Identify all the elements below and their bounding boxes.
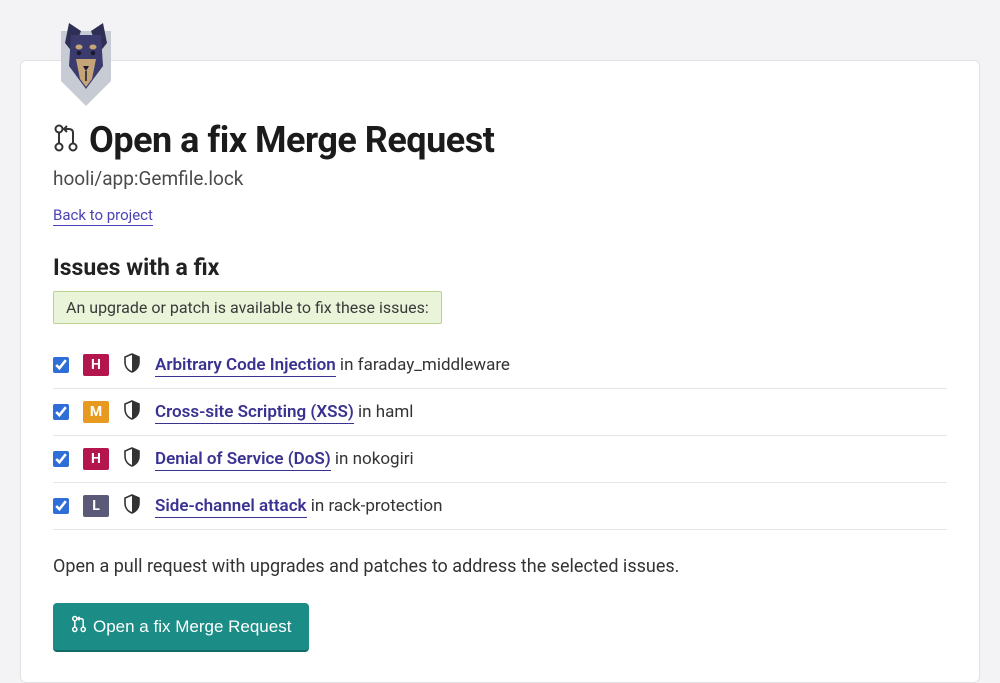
- issue-text: Cross-site Scripting (XSS) in haml: [155, 402, 413, 422]
- title-row: Open a fix Merge Request: [53, 119, 947, 161]
- issue-checkbox[interactable]: [53, 451, 69, 467]
- severity-badge: M: [83, 401, 109, 423]
- severity-badge: H: [83, 448, 109, 470]
- vulnerability-link[interactable]: Cross-site Scripting (XSS): [155, 402, 354, 424]
- upgrade-notice: An upgrade or patch is available to fix …: [53, 291, 442, 324]
- open-merge-request-button[interactable]: Open a fix Merge Request: [53, 603, 309, 652]
- main-card: Open a fix Merge Request hooli/app:Gemfi…: [20, 60, 980, 683]
- back-to-project-link[interactable]: Back to project: [53, 206, 153, 226]
- issue-text: Arbitrary Code Injection in faraday_midd…: [155, 355, 510, 375]
- severity-badge: H: [83, 354, 109, 376]
- description-text: Open a pull request with upgrades and pa…: [53, 556, 947, 577]
- vulnerability-link[interactable]: Denial of Service (DoS): [155, 449, 331, 471]
- issue-package: in faraday_middleware: [336, 355, 510, 375]
- issue-text: Denial of Service (DoS) in nokogiri: [155, 449, 414, 469]
- issue-checkbox[interactable]: [53, 357, 69, 373]
- issues-section-title: Issues with a fix: [53, 254, 947, 281]
- issue-row: H Arbitrary Code Injection in faraday_mid…: [53, 342, 947, 389]
- severity-badge: L: [83, 495, 109, 517]
- merge-request-icon: [53, 123, 79, 157]
- issue-row: L Side-channel attack in rack-protection: [53, 483, 947, 530]
- shield-icon: [123, 494, 141, 518]
- shield-icon: [123, 353, 141, 377]
- issue-text: Side-channel attack in rack-protection: [155, 496, 442, 516]
- vulnerability-link[interactable]: Arbitrary Code Injection: [155, 355, 336, 377]
- page-title: Open a fix Merge Request: [89, 119, 494, 161]
- issue-row: H Denial of Service (DoS) in nokogiri: [53, 436, 947, 483]
- issue-checkbox[interactable]: [53, 404, 69, 420]
- issue-row: M Cross-site Scripting (XSS) in haml: [53, 389, 947, 436]
- issue-package: in rack-protection: [307, 496, 443, 516]
- shield-icon: [123, 400, 141, 424]
- merge-request-icon: [71, 615, 87, 638]
- issue-list: H Arbitrary Code Injection in faraday_mid…: [53, 342, 947, 530]
- issue-package: in haml: [354, 402, 414, 422]
- shield-icon: [123, 447, 141, 471]
- project-path: hooli/app:Gemfile.lock: [53, 167, 947, 190]
- vulnerability-link[interactable]: Side-channel attack: [155, 496, 307, 518]
- issue-package: in nokogiri: [331, 449, 414, 469]
- issue-checkbox[interactable]: [53, 498, 69, 514]
- dog-logo: [51, 21, 121, 111]
- cta-label: Open a fix Merge Request: [93, 617, 291, 637]
